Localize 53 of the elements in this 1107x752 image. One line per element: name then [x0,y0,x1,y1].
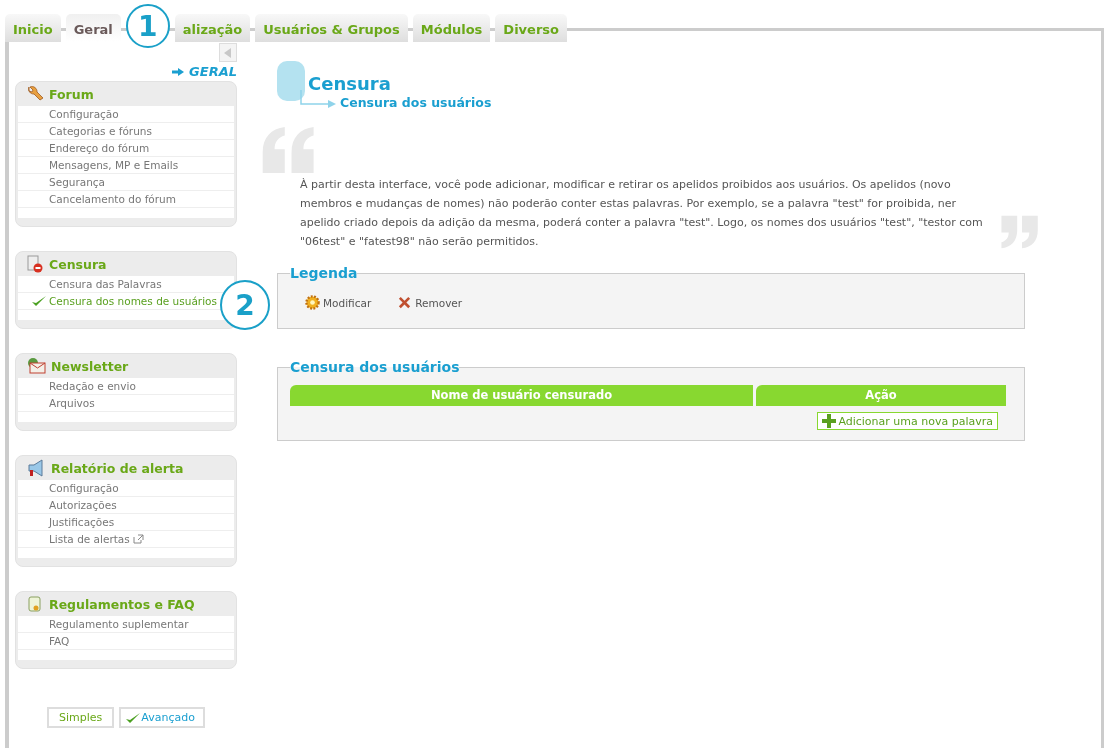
menu-link[interactable]: Arquivos [49,397,95,409]
menu-link[interactable]: Endereço do fórum [49,142,150,154]
menu-link[interactable]: Categorias e fóruns [49,125,152,137]
description-text: À partir desta interface, você pode adicionar, modificar e retirar os apelidos proibidos aos usuários. Os apelidos (novo membros e mudanças de nomes) não poderão conter estas palavras. Por exemplo, se a palavra "test" for proibida, ner apelido criado depois da adição da mesma, poderá conter a palavra "test". Logo, os nomes dos usuários "test", "testor com "06test" e "fatest98" não serão permitidos. [300,177,983,250]
step-marker: 2 [220,280,270,330]
menu-link[interactable]: Justificações [49,516,115,528]
menu-link[interactable]: Censura dos nomes de usuários [49,295,217,307]
plus-icon [822,414,837,428]
menu-link[interactable]: Mensagens, MP e Emails [49,159,179,171]
title-badge [277,61,305,101]
tab[interactable]: Módulos [412,14,491,42]
gear-icon [305,295,320,310]
checkmark-icon [125,711,142,724]
menu-link[interactable]: Segurança [49,176,106,188]
panel-title: Newsletter [51,358,129,374]
menu-link[interactable]: Redação e envio [49,380,136,392]
envelope-icon [26,357,46,375]
panel-title: Censura [49,256,107,272]
menu-link[interactable]: FAQ [49,635,70,647]
add-button[interactable]: Adicionar uma nova palavra [817,412,998,430]
menu-link[interactable]: Autorizações [49,499,117,511]
mode-button[interactable]: Simples [47,707,115,728]
menu-link[interactable]: Cancelamento do fórum [49,193,176,205]
tab[interactable]: Usuários & Grupos [255,14,408,42]
step-marker: 1 [125,4,170,48]
tab[interactable]: Inicio [5,14,61,42]
menu-link[interactable]: Lista de alertas [49,533,130,545]
menu-link[interactable]: Censura das Palavras [49,278,162,290]
mode-button[interactable]: Avançado [119,707,205,728]
close-icon [397,295,413,310]
tab[interactable]: Diverso [495,14,567,42]
legend-label: Modificar [323,296,372,309]
document-icon [26,255,44,273]
scroll-icon [26,595,44,613]
column-header: Nome de usuário censurado [290,385,753,406]
panel-title: Relatório de alerta [51,460,184,476]
megaphone-icon [26,459,46,477]
column-header: Ação [756,385,1006,406]
panel-title: Legenda [290,265,358,281]
menu-link[interactable]: Regulamento suplementar [49,618,189,630]
collapse-button[interactable] [219,43,237,62]
menu-link[interactable]: Configuração [49,482,119,494]
panel-title: Censura dos usuários [290,359,460,375]
wrench-icon [26,85,44,103]
menu-link[interactable]: Configuração [49,108,119,120]
legend-label: Remover [415,296,463,309]
panel-title: Regulamentos e FAQ [49,596,195,612]
caret-icon [224,47,232,58]
arrow-icon [172,67,185,76]
page-subtitle: Censura dos usuários [340,95,492,110]
breadcrumb: GERAL [189,64,237,79]
panel-title: Forum [49,86,94,102]
page-title: Censura [308,73,391,95]
